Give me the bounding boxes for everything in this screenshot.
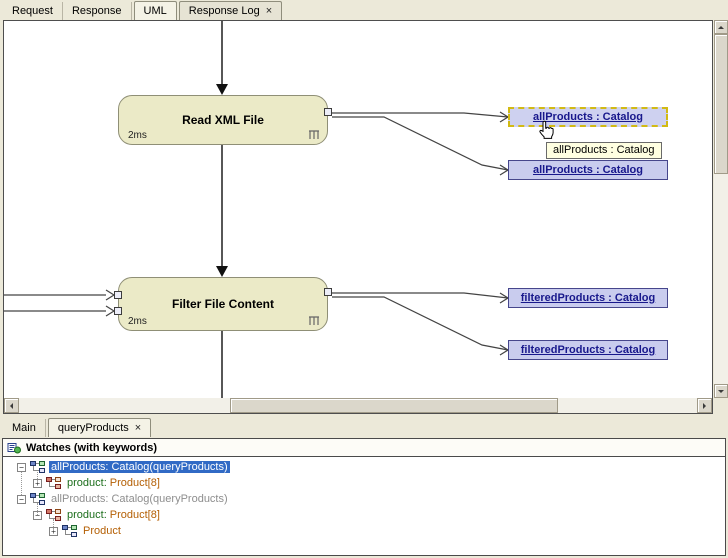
scroll-right-button[interactable] [697,398,712,413]
tab-request[interactable]: Request [3,2,63,20]
arrow-up-icon [718,23,724,29]
vertical-scrollbar-thumb[interactable] [714,34,728,174]
watch-label: product:Product[8] [65,509,162,521]
horizontal-scrollbar-thumb[interactable] [230,398,558,413]
watch-row-product[interactable]: + product:Product[8] [3,475,725,491]
node-duration: 2ms [128,316,147,327]
watch-label: allProducts:Catalog(queryProducts) [49,461,230,473]
scroll-down-button[interactable] [714,384,728,398]
trace-icon [308,130,320,140]
horizontal-scrollbar[interactable] [4,398,712,413]
watches-panel: Watches (with keywords) − allProducts:Ca… [2,438,726,556]
collapse-toggle[interactable]: − [17,463,26,472]
tab-label: Main [12,422,36,434]
tab-label: queryProducts [58,422,129,434]
watch-tree: − allProducts:Catalog(queryProducts) + p… [3,457,725,539]
watch-row-allproducts-selected[interactable]: − allProducts:Catalog(queryProducts) [3,459,725,475]
watch-row-allproducts-stale[interactable]: − allProducts:Catalog(queryProducts) [3,491,725,507]
uml-diagram-panel: Read XML File 2ms Filter File Content 2m… [0,20,728,415]
input-port[interactable] [114,307,122,315]
arrow-right-icon [703,403,709,409]
watch-label: Product [81,525,126,537]
watches-header: Watches (with keywords) [3,439,725,457]
product-icon [46,477,61,489]
tab-label: UML [144,5,167,17]
activity-node-filter-file-content[interactable]: Filter File Content 2ms [118,277,328,331]
vertical-scrollbar[interactable] [714,20,728,398]
object-flow-edge [332,297,508,350]
tab-label: Response [72,5,122,17]
object-node-filteredproducts-2[interactable]: filteredProducts : Catalog [508,340,668,360]
watches-icon [7,442,21,454]
output-port[interactable] [324,288,332,296]
output-port[interactable] [324,108,332,116]
app-window: Request Response UML Response Log × [0,0,728,558]
watch-label: allProducts:Catalog(queryProducts) [49,493,230,505]
node-title: Filter File Content [172,297,274,311]
scroll-up-button[interactable] [714,20,728,34]
tree-connector [21,472,22,495]
input-port[interactable] [114,291,122,299]
close-icon[interactable]: × [266,6,272,16]
tab-response[interactable]: Response [63,2,132,20]
tab-queryproducts[interactable]: queryProducts × [48,418,151,437]
tab-label: Request [12,5,53,17]
watch-label: product:Product[8] [65,477,162,489]
object-node-label: filteredProducts : Catalog [521,344,655,356]
object-node-allproducts-1[interactable]: allProducts : Catalog [508,107,668,127]
arrow-left-icon [7,403,13,409]
tree-connector [37,472,38,483]
watches-title: Watches (with keywords) [26,442,157,454]
tab-uml[interactable]: UML [134,1,177,20]
tab-response-log[interactable]: Response Log × [179,1,282,20]
scroll-left-button[interactable] [4,398,19,413]
object-node-label: filteredProducts : Catalog [521,292,655,304]
tab-main[interactable]: Main [3,419,46,437]
hand-cursor-icon [538,120,555,141]
diagram-canvas[interactable]: Read XML File 2ms Filter File Content 2m… [4,21,712,398]
tooltip: allProducts : Catalog [546,142,662,159]
open-arrowhead-icon [106,306,114,316]
catalog-icon [62,525,77,537]
top-tab-bar: Request Response UML Response Log × [0,0,728,20]
object-node-filteredproducts-1[interactable]: filteredProducts : Catalog [508,288,668,308]
object-node-allproducts-2[interactable]: allProducts : Catalog [508,160,668,180]
tab-label: Response Log [189,5,260,17]
diagram-frame: Read XML File 2ms Filter File Content 2m… [3,20,713,414]
open-arrowhead-icon [106,290,114,300]
activity-node-read-xml-file[interactable]: Read XML File 2ms [118,95,328,145]
arrow-down-icon [718,390,724,396]
collapse-toggle[interactable]: − [17,495,26,504]
arrowhead-icon [216,84,228,95]
watch-row-product-2[interactable]: − product:Product[8] [3,507,725,523]
bottom-tab-bar: Main queryProducts × [0,416,728,437]
tree-connector [53,519,54,531]
tree-connector [37,503,38,515]
close-icon[interactable]: × [135,423,141,433]
trace-icon [308,316,320,326]
object-flow-edge [332,117,508,170]
arrowhead-icon [216,266,228,277]
object-node-label: allProducts : Catalog [533,164,643,176]
watch-row-product-type[interactable]: + Product [3,523,725,539]
node-duration: 2ms [128,130,147,141]
node-title: Read XML File [182,113,264,127]
